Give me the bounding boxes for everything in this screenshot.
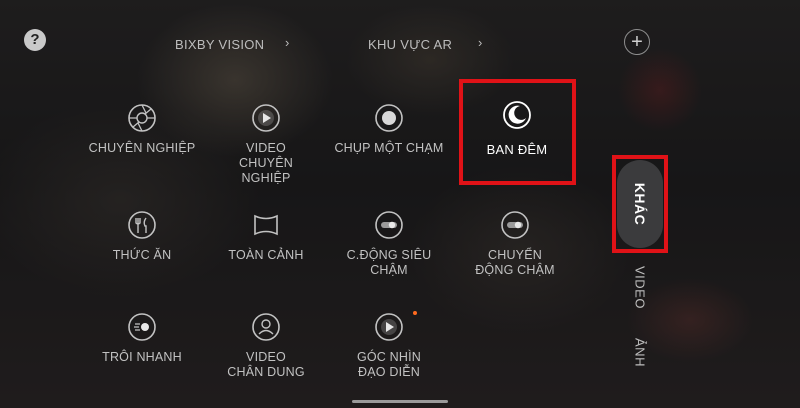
mode-hyperlapse[interactable]: TRÔI NHANH (77, 312, 207, 365)
ar-zone-link[interactable]: KHU VỰC AR (368, 37, 452, 52)
mode-food[interactable]: THỨC ĂN (77, 210, 207, 263)
mode-night[interactable]: BAN ĐÊM (452, 100, 582, 157)
tab-more[interactable]: KHÁC (632, 181, 648, 227)
directors-view-icon (374, 312, 404, 342)
mode-pro-video[interactable]: VIDEO CHUYÊN NGHIỆP (201, 103, 331, 186)
single-take-icon (374, 103, 404, 133)
bixby-vision-label: BIXBY VISION (175, 37, 265, 52)
mode-label: GÓC NHÌN ĐẠO DIỄN (356, 350, 422, 379)
mode-label: CHUYỂN ĐỘNG CHẬM (475, 248, 555, 277)
bixby-vision-link[interactable]: BIXBY VISION (175, 37, 264, 52)
mode-directors-view[interactable]: GÓC NHÌN ĐẠO DIỄN (324, 312, 454, 380)
moon-icon (502, 100, 532, 130)
help-icon[interactable]: ? (24, 29, 46, 51)
mode-panorama[interactable]: TOÀN CẢNH (201, 210, 331, 263)
mode-label: THỨC ĂN (112, 248, 172, 262)
hyperlapse-icon (127, 312, 157, 342)
mode-slow-mo[interactable]: CHUYỂN ĐỘNG CHẬM (450, 210, 580, 278)
mode-label: CHUYÊN NGHIỆP (88, 141, 196, 155)
add-mode-button[interactable]: + (624, 29, 650, 55)
recording-dot (413, 311, 417, 315)
mode-label: TRÔI NHANH (102, 350, 182, 364)
mode-pro[interactable]: CHUYÊN NGHIỆP (77, 103, 207, 156)
chevron-right-icon: › (285, 35, 290, 50)
home-indicator[interactable] (352, 400, 448, 403)
mode-label: C.ĐỘNG SIÊU CHẬM (346, 248, 432, 277)
mode-label: BAN ĐÊM (486, 142, 548, 157)
aperture-icon (127, 103, 157, 133)
tab-video[interactable]: VIDEO (633, 265, 648, 311)
mode-label: VIDEO CHÂN DUNG (227, 350, 305, 379)
video-pro-icon (251, 103, 281, 133)
ar-zone-label: KHU VỰC AR (368, 37, 453, 52)
super-slow-mo-icon (374, 210, 404, 240)
mode-label: TOÀN CẢNH (228, 248, 304, 262)
mode-portrait-video[interactable]: VIDEO CHÂN DUNG (201, 312, 331, 380)
portrait-video-icon (251, 312, 281, 342)
tab-photo[interactable]: ẢNH (633, 330, 648, 376)
mode-label: CHỤP MỘT CHẠM (334, 141, 444, 155)
mode-single-take[interactable]: CHỤP MỘT CHẠM (324, 103, 454, 156)
slow-mo-icon (500, 210, 530, 240)
panorama-icon (251, 210, 281, 240)
mode-super-slow-mo[interactable]: C.ĐỘNG SIÊU CHẬM (324, 210, 454, 278)
mode-label: VIDEO CHUYÊN NGHIỆP (239, 141, 293, 185)
chevron-right-icon: › (478, 35, 483, 50)
food-icon (127, 210, 157, 240)
